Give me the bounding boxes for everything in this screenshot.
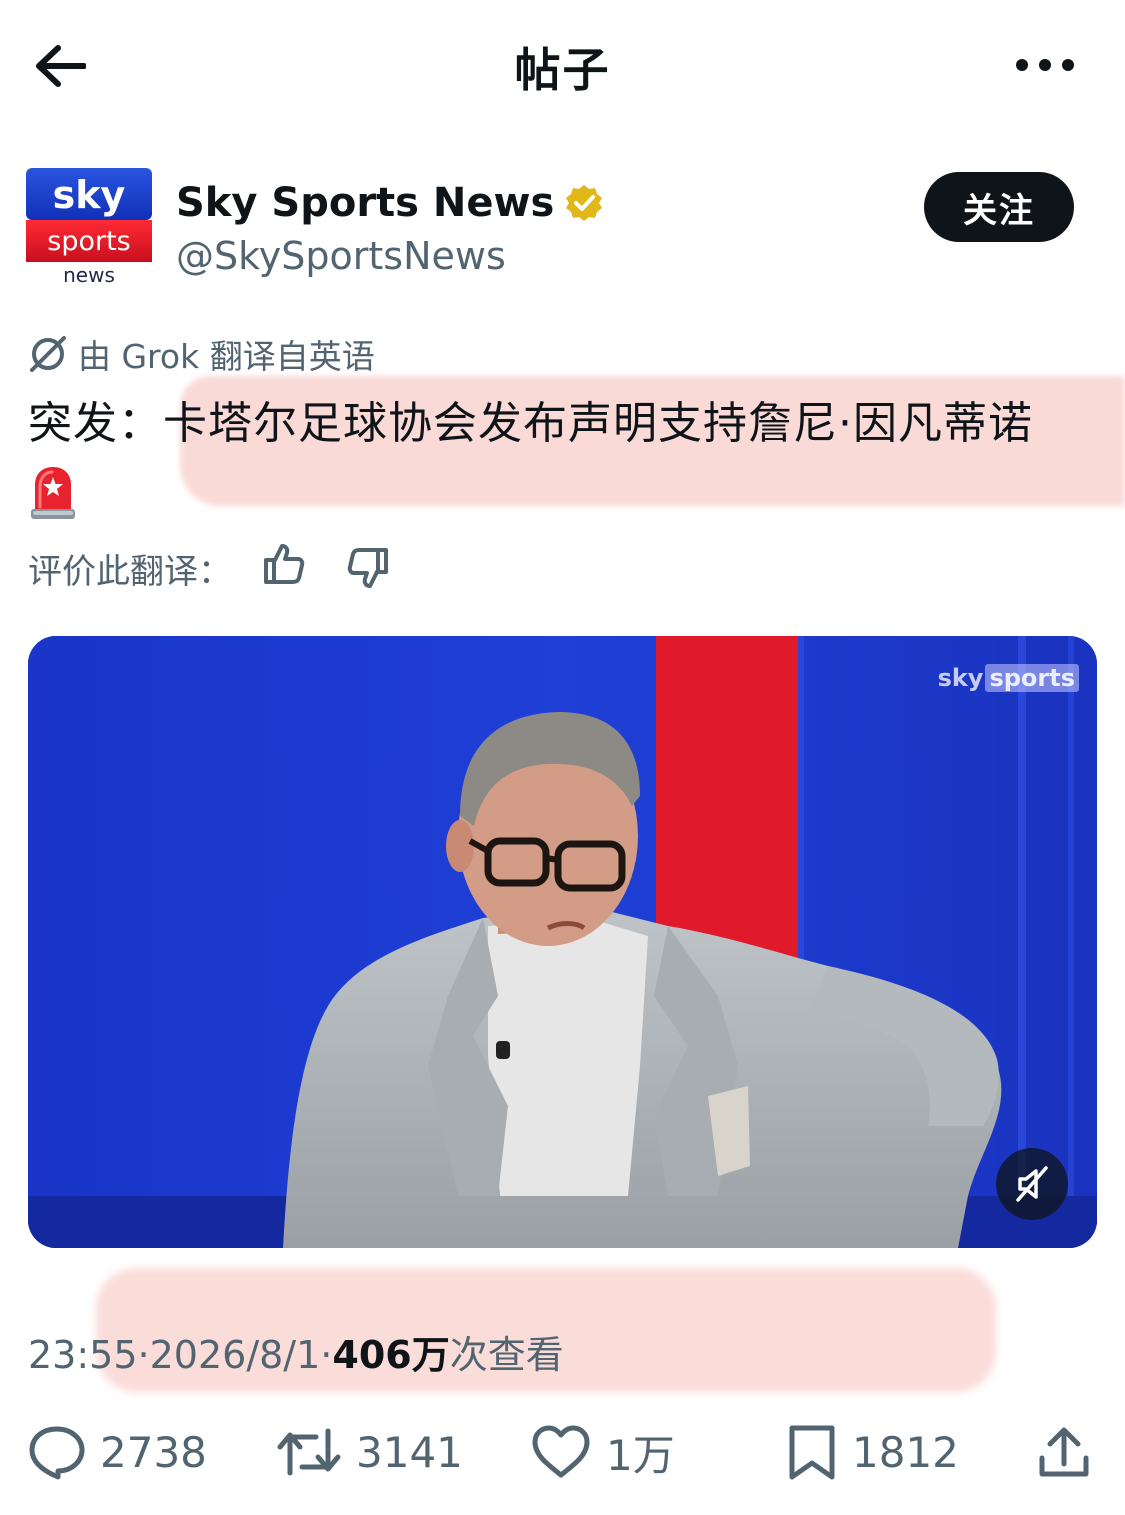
siren-emoji-icon bbox=[31, 467, 75, 519]
reply-button[interactable]: 2738 bbox=[28, 1412, 207, 1492]
page-title: 帖子 bbox=[514, 43, 611, 97]
grok-icon bbox=[30, 336, 66, 372]
like-count: 1万 bbox=[606, 1430, 675, 1480]
watermark-sports: sports bbox=[985, 664, 1079, 692]
avatar[interactable]: sky sports news bbox=[26, 168, 152, 292]
bookmark-button[interactable]: 1812 bbox=[786, 1412, 959, 1492]
avatar-line3: news bbox=[63, 263, 115, 287]
heart-icon bbox=[532, 1425, 590, 1478]
view-count: 406万 bbox=[332, 1333, 450, 1377]
thumbs-down-button[interactable] bbox=[344, 544, 392, 592]
repost-count: 3141 bbox=[356, 1427, 463, 1477]
author-handle[interactable]: @SkySportsNews bbox=[176, 234, 506, 278]
view-count-label: 次查看 bbox=[449, 1333, 564, 1377]
translation-note-text: 由 Grok 翻译自英语 bbox=[78, 337, 375, 376]
more-horizontal-icon bbox=[1016, 59, 1074, 71]
avatar-line1: sky bbox=[53, 173, 126, 217]
thumbs-up-icon bbox=[264, 544, 305, 584]
video-player[interactable]: sky sports bbox=[28, 636, 1097, 1248]
verified-badge-icon bbox=[566, 185, 603, 221]
top-bar: 帖子 bbox=[0, 0, 1125, 130]
reply-icon bbox=[29, 1426, 85, 1480]
avatar-line2: sports bbox=[47, 226, 130, 257]
rate-translation-label: 评价此翻译： bbox=[28, 552, 232, 592]
bookmark-icon bbox=[789, 1425, 835, 1480]
share-button[interactable] bbox=[1036, 1412, 1092, 1492]
thumbs-down-icon bbox=[347, 548, 388, 588]
share-icon bbox=[1039, 1427, 1089, 1477]
post-meta: 23:55 · 2026/8/1 · 406万 次查看 bbox=[28, 1324, 564, 1379]
meta-separator: · bbox=[137, 1333, 150, 1377]
sky-sports-news-logo: sky sports news bbox=[26, 168, 152, 292]
like-button[interactable]: 1万 bbox=[530, 1412, 675, 1492]
repost-button[interactable]: 3141 bbox=[276, 1412, 463, 1492]
repost-icon bbox=[277, 1428, 341, 1476]
post-text-content: 突发：卡塔尔足球协会发布声明支持詹尼·因凡蒂诺 bbox=[28, 398, 1033, 449]
speaker-muted-icon bbox=[1016, 1166, 1048, 1202]
watermark-sky: sky bbox=[937, 664, 984, 692]
meta-separator: · bbox=[320, 1333, 333, 1377]
post-time[interactable]: 23:55 bbox=[28, 1333, 138, 1377]
post-date[interactable]: 2026/8/1 bbox=[150, 1333, 321, 1377]
mute-button[interactable] bbox=[996, 1148, 1068, 1220]
action-bar: 2738 3141 1万 1812 bbox=[0, 1412, 1125, 1492]
video-watermark: sky sports bbox=[938, 664, 1079, 692]
follow-button[interactable]: 关注 bbox=[924, 172, 1074, 242]
video-frame bbox=[28, 636, 1097, 1248]
bookmark-count: 1812 bbox=[852, 1427, 959, 1477]
author-name-row[interactable]: Sky Sports News bbox=[176, 180, 604, 226]
more-options-button[interactable] bbox=[1005, 40, 1085, 90]
translation-note: 由 Grok 翻译自英语 bbox=[28, 330, 375, 378]
post-text: 突发：卡塔尔足球协会发布声明支持詹尼·因凡蒂诺 bbox=[28, 392, 1108, 521]
author-name[interactable]: Sky Sports News bbox=[176, 180, 554, 226]
thumbs-up-button[interactable] bbox=[260, 540, 308, 588]
reply-count: 2738 bbox=[100, 1427, 207, 1477]
